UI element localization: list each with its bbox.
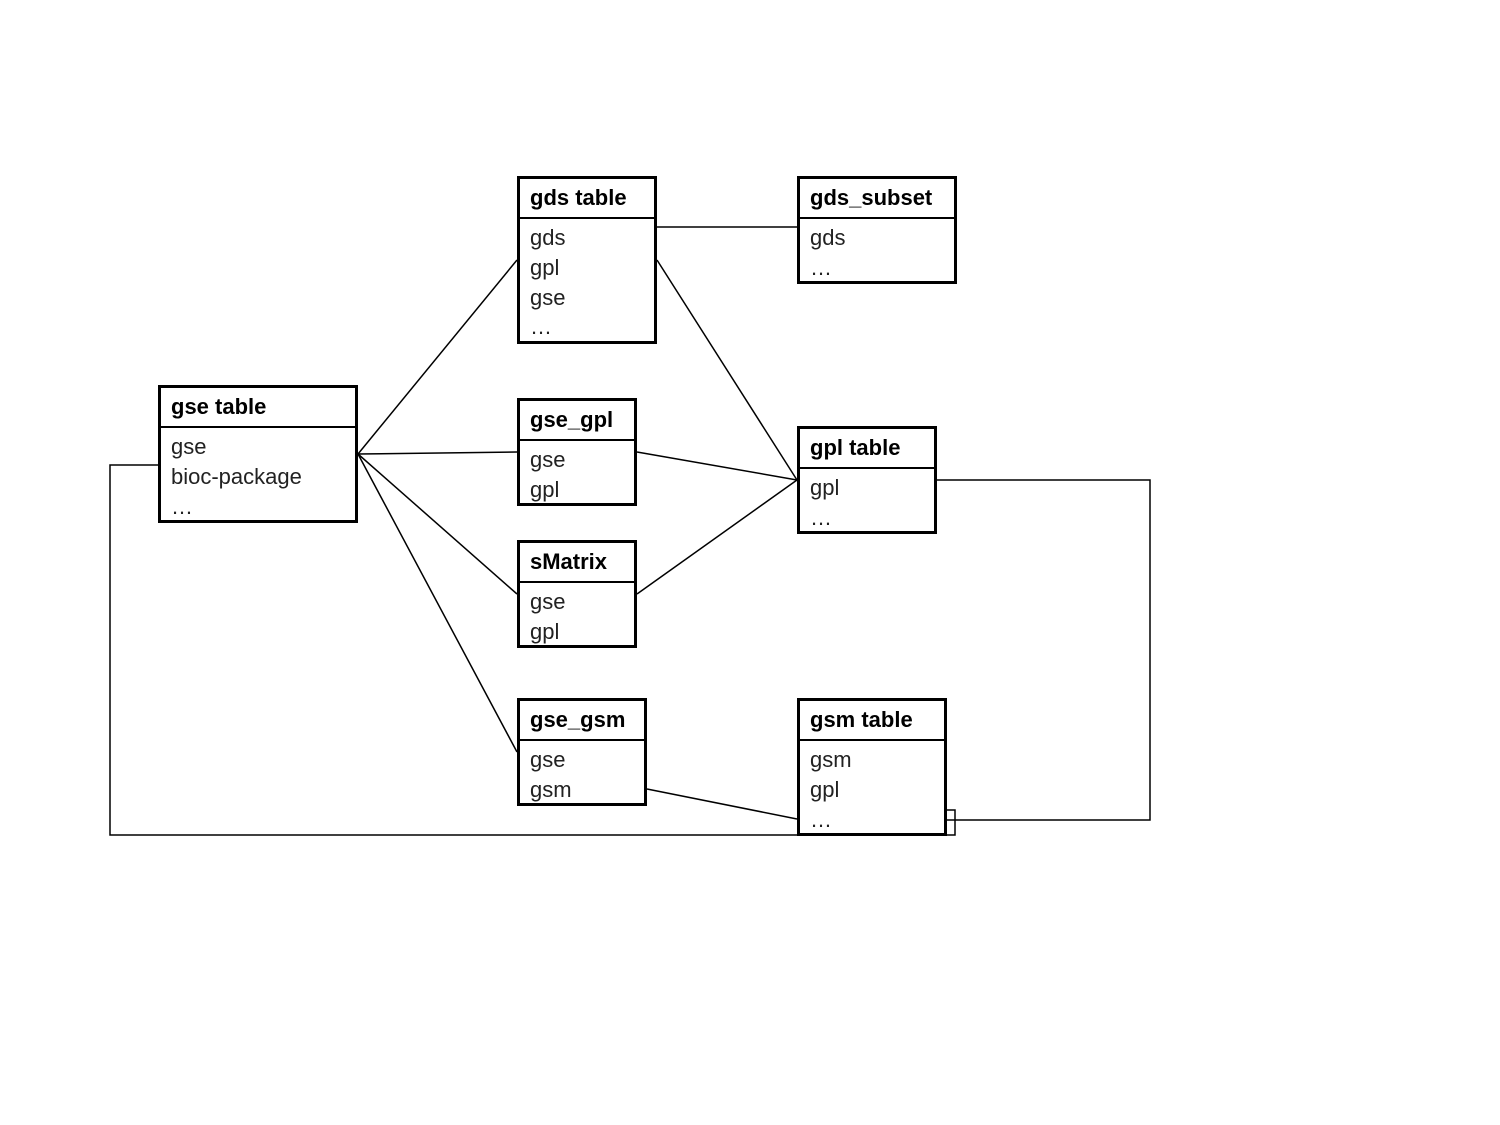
entity-gpl: gpl table gpl… bbox=[797, 426, 937, 534]
entity-field: gds bbox=[530, 223, 644, 253]
entity-title: gpl table bbox=[800, 429, 934, 469]
entity-field: … bbox=[810, 503, 924, 533]
entity-fields: gsegpl bbox=[520, 441, 634, 512]
entity-field: gse bbox=[530, 283, 644, 313]
entity-field: gpl bbox=[530, 253, 644, 283]
entity-field: … bbox=[171, 492, 345, 522]
entity-fields: gds… bbox=[800, 219, 954, 290]
entity-field: gsm bbox=[530, 775, 634, 805]
entity-field: … bbox=[530, 312, 644, 342]
entity-field: … bbox=[810, 805, 934, 835]
entity-field: … bbox=[810, 253, 944, 283]
entity-field: gds bbox=[810, 223, 944, 253]
entity-title: gse_gpl bbox=[520, 401, 634, 441]
entity-fields: gsegsm bbox=[520, 741, 644, 812]
entity-field: gse bbox=[530, 745, 634, 775]
entity-gse_gsm: gse_gsmgsegsm bbox=[517, 698, 647, 806]
entity-sMatrix: sMatrix gsegpl bbox=[517, 540, 637, 648]
entity-fields: gsebioc-package… bbox=[161, 428, 355, 529]
entity-field: gse bbox=[171, 432, 345, 462]
entity-title: sMatrix bbox=[520, 543, 634, 583]
entity-field: gpl bbox=[810, 473, 924, 503]
entity-field: bioc-package bbox=[171, 462, 345, 492]
entity-field: gpl bbox=[530, 475, 624, 505]
entity-fields: gdsgplgse… bbox=[520, 219, 654, 350]
entity-gds_subset: gds_subsetgds… bbox=[797, 176, 957, 284]
entity-gse_gpl: gse_gplgsegpl bbox=[517, 398, 637, 506]
entity-gds: gds table gdsgplgse… bbox=[517, 176, 657, 344]
entity-title: gsm table bbox=[800, 701, 944, 741]
entity-title: gds_subset bbox=[800, 179, 954, 219]
er-diagram-canvas: gse tablegsebioc-package…gds tablegdsgpl… bbox=[0, 0, 1500, 1125]
entity-title: gse table bbox=[161, 388, 355, 428]
entity-gsm: gsm table gsmgpl… bbox=[797, 698, 947, 836]
connector-lines bbox=[0, 0, 1500, 1125]
entity-field: gsm bbox=[810, 745, 934, 775]
entity-field: gse bbox=[530, 587, 624, 617]
entity-fields: gsegpl bbox=[520, 583, 634, 654]
entity-field: gpl bbox=[810, 775, 934, 805]
entity-title: gse_gsm bbox=[520, 701, 644, 741]
entity-fields: gsmgpl… bbox=[800, 741, 944, 842]
entity-gse: gse table gsebioc-package… bbox=[158, 385, 358, 523]
entity-title: gds table bbox=[520, 179, 654, 219]
entity-fields: gpl… bbox=[800, 469, 934, 540]
entity-field: gpl bbox=[530, 617, 624, 647]
entity-field: gse bbox=[530, 445, 624, 475]
